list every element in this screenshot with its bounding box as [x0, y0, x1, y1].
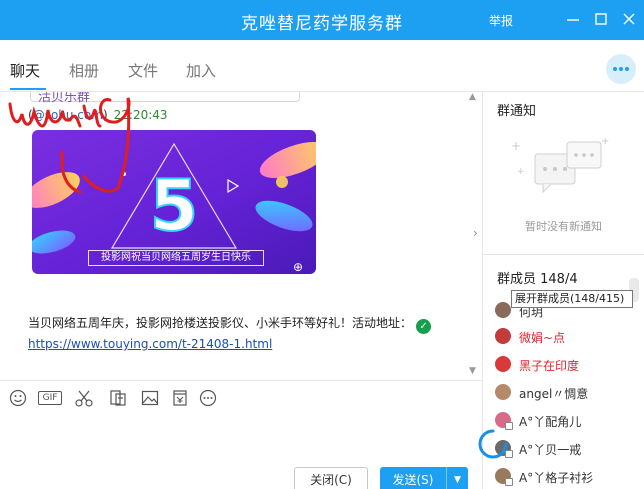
member-name: angel〃惆意 [519, 387, 589, 401]
previous-message-text: 活贝乐群 [38, 92, 91, 105]
tab-files[interactable]: 文件 [128, 60, 158, 81]
member-item[interactable]: 微娟~点 [495, 326, 644, 348]
title-bar[interactable]: 克唑替尼药学服务群 举报 [0, 0, 644, 40]
verified-check-icon: ✓ [416, 319, 432, 334]
tab-bar: 聊天 相册 文件 加入 [0, 40, 644, 92]
banner-caption: 投影网祝当贝网络五周岁生日快乐 [88, 250, 264, 266]
banner-big-number: 5 [150, 165, 199, 247]
message-link[interactable]: https://www.touying.com/t-21408-1.html [28, 337, 272, 351]
image-zoom-icon[interactable]: ⊕ [293, 260, 303, 274]
notice-empty-text: 暂时没有新通知 [525, 220, 602, 233]
scroll-up-arrow[interactable]: ▲ [469, 92, 476, 102]
scissors-icon[interactable] [74, 388, 94, 408]
tab-chat[interactable]: 聊天 [10, 60, 40, 81]
input-toolbar: GIF [0, 380, 482, 414]
svg-text:+: + [511, 139, 521, 153]
avatar [495, 328, 511, 344]
avatar [495, 302, 511, 318]
more-options-button[interactable] [606, 54, 636, 84]
minimize-icon[interactable] [562, 8, 584, 30]
member-item[interactable]: A°丫贝一戒 [495, 438, 644, 460]
svg-text:+: + [517, 167, 525, 177]
image-icon[interactable] [140, 388, 160, 408]
send-options-chevron-icon[interactable]: ▼ [446, 467, 468, 489]
message-body: 当贝网络五周年庆，投影网抢楼送投影仪、小米手环等好礼！活动地址： [28, 316, 413, 330]
svg-text:+: + [601, 136, 609, 147]
group-side-panel: 群通知 + + + 暂时没有新通知 群成员 148/4 展开群成员(148/41… [478, 92, 644, 489]
group-members-title[interactable]: 群成员 148/4 [497, 268, 578, 287]
member-name: 微娟~点 [519, 331, 566, 345]
report-button[interactable]: 举报 [489, 12, 513, 29]
tab-join[interactable]: 加入 [186, 60, 216, 81]
message-timestamp: 22:20:43 [113, 108, 168, 122]
member-badge-icon [505, 478, 513, 486]
gif-icon[interactable]: GIF [38, 391, 62, 405]
avatar [495, 384, 511, 400]
member-name: 黑子在印度 [519, 359, 580, 373]
send-button[interactable]: 发送(S) [380, 467, 446, 489]
group-notice-title: 群通知 [497, 104, 537, 119]
loading-spinner-icon [478, 429, 508, 459]
tab-album[interactable]: 相册 [69, 60, 99, 81]
empty-notice-illustration: + + + [511, 136, 609, 194]
message-text: 当贝网络五周年庆，投影网抢楼送投影仪、小米手环等好礼！活动地址： ✓ [28, 314, 432, 334]
member-item[interactable]: A°丫格子衬衫 [495, 466, 644, 488]
maximize-icon[interactable] [590, 8, 612, 30]
member-item[interactable]: 黑子在印度 [495, 354, 644, 376]
qq-group-chat-window: 克唑替尼药学服务群 举报 聊天 相册 文件 加入 活贝乐群 (@sohu.com… [0, 0, 644, 489]
more-icon[interactable] [198, 388, 218, 408]
member-name: A°丫配角儿 [519, 415, 582, 429]
font-icon[interactable] [108, 388, 128, 408]
sender-email[interactable]: @sohu.com [33, 108, 103, 122]
close-button[interactable]: 关闭(C) [294, 467, 368, 489]
emoji-icon[interactable] [8, 388, 28, 408]
expand-members-tooltip: 展开群成员(148/415) [511, 290, 633, 308]
message-sender-line: (@sohu.com) 22:20:43 [28, 108, 168, 122]
chat-message-area[interactable]: 活贝乐群 (@sohu.com) 22:20:43 5 投影网祝当贝网络五周岁生… [0, 92, 482, 380]
message-input[interactable] [0, 414, 482, 462]
member-item[interactable]: A°丫配角儿 [495, 410, 644, 432]
close-icon[interactable] [618, 8, 640, 30]
active-tab-indicator [10, 88, 46, 90]
panel-divider [483, 254, 644, 255]
avatar [495, 356, 511, 372]
member-item[interactable]: angel〃惆意 [495, 382, 644, 404]
sender-paren-close: ) [102, 108, 108, 122]
file-icon[interactable] [170, 388, 190, 408]
scroll-down-arrow[interactable]: ▼ [469, 366, 476, 376]
collapse-panel-arrow[interactable]: › [473, 226, 478, 240]
member-name: A°丫贝一戒 [519, 443, 582, 457]
window-title: 克唑替尼药学服务群 [241, 14, 403, 34]
member-name: A°丫格子衬衫 [519, 471, 594, 485]
